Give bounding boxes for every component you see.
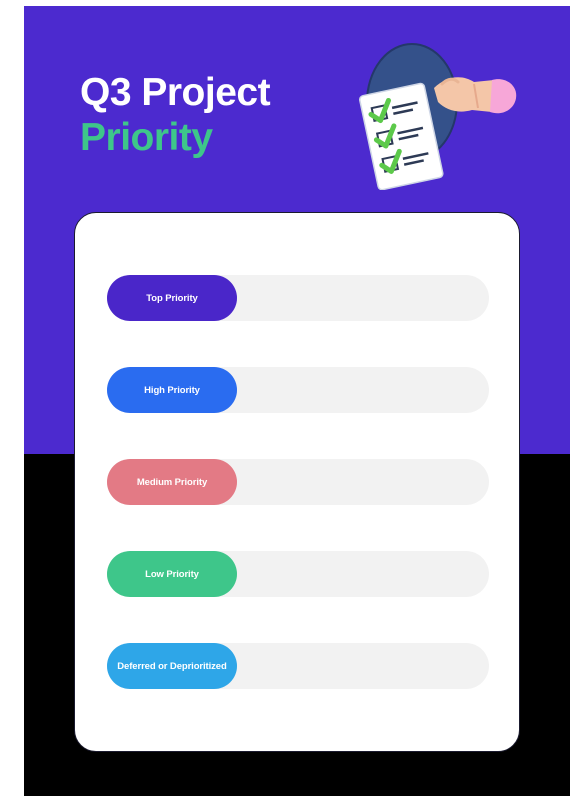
title-line-accent: Priority: [80, 116, 213, 159]
priority-row-high: High Priority: [107, 367, 489, 413]
page-title: Q3 Project Priority: [80, 70, 271, 160]
title-line-primary: Q3 Project: [80, 71, 271, 114]
priority-pill-low: Low Priority: [107, 551, 237, 597]
checklist-clipboard-with-hand-icon: [354, 40, 524, 191]
priority-card: Top Priority High Priority Medium Priori…: [74, 212, 520, 752]
priority-row-medium: Medium Priority: [107, 459, 489, 505]
poster: Q3 Project Priority Top Priority High Pr…: [24, 6, 570, 796]
priority-pill-deferred: Deferred or Deprioritized: [107, 643, 237, 689]
priority-pill-medium: Medium Priority: [107, 459, 237, 505]
priority-row-top: Top Priority: [107, 275, 489, 321]
priority-pill-top: Top Priority: [107, 275, 237, 321]
priority-pill-high: High Priority: [107, 367, 237, 413]
priority-row-low: Low Priority: [107, 551, 489, 597]
priority-row-deferred: Deferred or Deprioritized: [107, 643, 489, 689]
